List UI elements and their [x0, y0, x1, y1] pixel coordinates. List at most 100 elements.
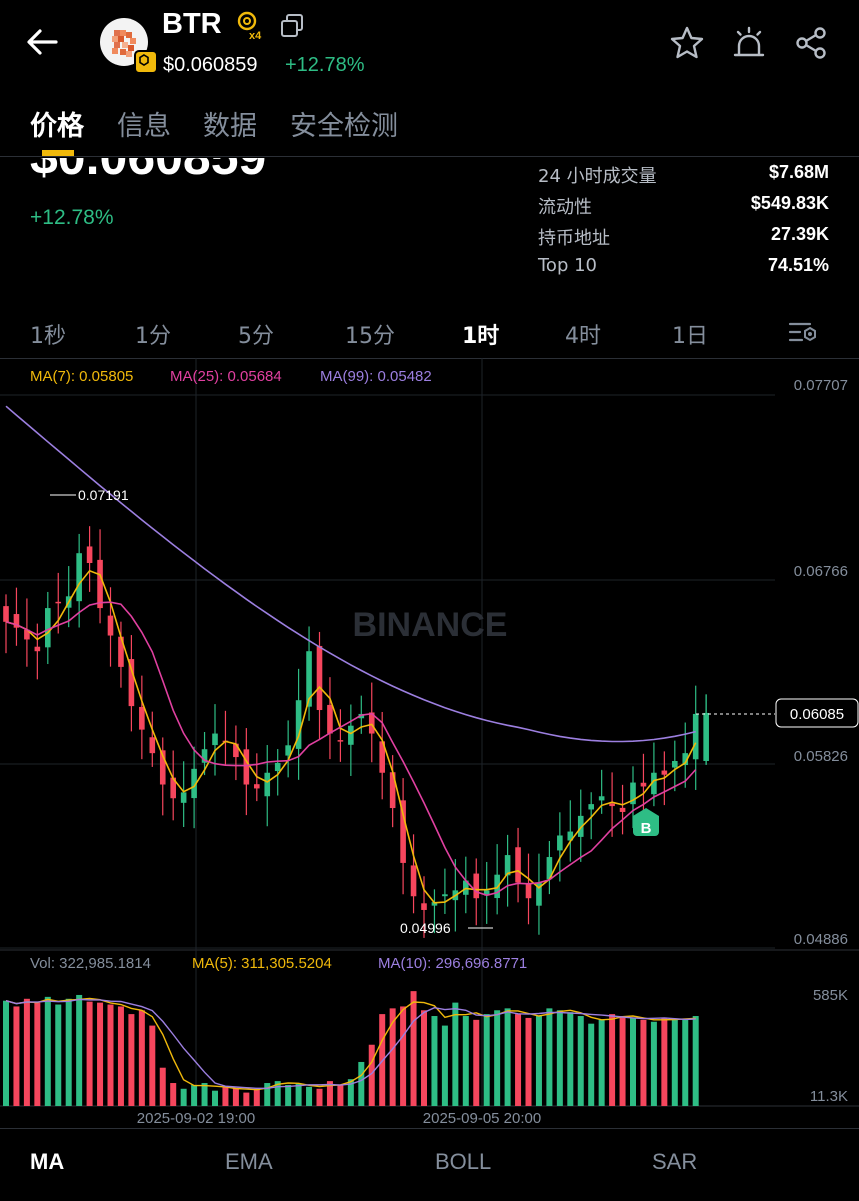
volume-bar: [671, 1018, 678, 1106]
svg-text:B: B: [641, 820, 652, 837]
ma25-legend: MA(25): 0.05684: [170, 368, 282, 385]
indicator-ema[interactable]: EMA: [225, 1149, 273, 1175]
candle-body: [139, 706, 145, 730]
volume-bar: [191, 1084, 198, 1106]
volume-bar: [306, 1086, 313, 1106]
chart-settings-icon[interactable]: [788, 318, 818, 346]
volume-legend: Vol: 322,985.1814: [30, 955, 151, 972]
candle-body: [348, 725, 354, 745]
volume-bar: [34, 1002, 41, 1106]
candle-body: [410, 865, 417, 897]
candle-body: [316, 645, 323, 711]
volume-bar: [201, 1083, 208, 1106]
candle-body: [598, 796, 605, 801]
stat-label-volume: 24 小时成交量: [538, 166, 657, 187]
star-icon[interactable]: [668, 24, 706, 62]
stat-label-top10: Top 10: [538, 255, 598, 276]
indicator-ma[interactable]: MA: [30, 1149, 64, 1175]
interval-1h[interactable]: 1时: [462, 318, 499, 350]
volume-bar: [577, 1016, 584, 1106]
volume-bar: [86, 1001, 93, 1106]
interval-1s[interactable]: 1秒: [30, 318, 66, 350]
volume-bar: [264, 1083, 271, 1106]
volume-bar: [598, 1019, 605, 1106]
stat-label-holders: 持币地址: [538, 228, 610, 249]
stat-label-liquidity: 流动性: [538, 197, 592, 218]
candle-body: [442, 894, 448, 897]
volume-bar: [76, 994, 83, 1106]
header-change: +12.78%: [285, 54, 365, 76]
back-arrow-icon[interactable]: [22, 22, 62, 62]
interval-4h[interactable]: 4时: [565, 318, 601, 350]
volume-bar: [44, 996, 51, 1106]
volume-bar: [525, 1017, 532, 1106]
alpha-x4-icon: x4: [237, 11, 262, 40]
volume-bar: [682, 1019, 689, 1106]
candle-body: [128, 659, 135, 707]
indicator-sar[interactable]: SAR: [652, 1149, 697, 1175]
volume-bar: [358, 1061, 365, 1106]
main-tabs: 价格 信息 数据 安全检测: [0, 100, 859, 157]
price-chart[interactable]: BINANCE MA(7): 0.05805 MA(25): 0.05684 M…: [0, 358, 859, 1128]
copy-icon[interactable]: [278, 12, 306, 40]
candle-body: [45, 608, 51, 648]
volume-bar: [556, 1010, 563, 1106]
candle-body: [243, 749, 250, 785]
candle-body: [337, 740, 344, 742]
volume-bar: [494, 1010, 501, 1106]
chart-grid: [0, 358, 859, 1107]
candle-body: [274, 762, 281, 772]
multiplier-badge: x4: [249, 30, 262, 40]
tab-info[interactable]: 信息: [117, 104, 171, 143]
candles: [3, 526, 709, 938]
ma-lines: [5, 405, 697, 904]
volume-bar: [431, 1016, 438, 1106]
candle-body: [327, 704, 333, 734]
ma99-line: [5, 405, 696, 743]
tab-security-check[interactable]: 安全检测: [290, 104, 398, 143]
candle-body: [640, 782, 647, 787]
tab-data[interactable]: 数据: [203, 104, 257, 143]
volume-bar: [3, 1000, 9, 1106]
volume-bar: [515, 1014, 522, 1106]
volume-y-tick-high: 585K: [813, 987, 848, 1004]
share-icon[interactable]: [792, 24, 830, 62]
candle-body: [180, 792, 187, 803]
chain-badge-icon: [134, 50, 158, 74]
interval-1d[interactable]: 1日: [672, 318, 708, 350]
volume-bar: [640, 1019, 647, 1106]
stat-value-volume: $7.68M: [768, 162, 829, 182]
indicator-tabs: MA EMA BOLL SAR: [0, 1128, 859, 1201]
candle-body: [557, 835, 563, 851]
volume-bar: [535, 1016, 542, 1106]
volume-ma10-legend: MA(10): 296,696.8771: [378, 955, 527, 972]
stat-value-top10: 74.51%: [767, 255, 829, 275]
volume-bars: [3, 991, 699, 1106]
candle-body: [107, 615, 114, 636]
buy-marker[interactable]: B: [633, 808, 659, 837]
interval-1m[interactable]: 1分: [135, 318, 171, 350]
interval-15m[interactable]: 15分: [345, 318, 395, 350]
candle-body: [692, 713, 699, 760]
volume-bar: [138, 1010, 145, 1106]
interval-5m[interactable]: 5分: [238, 318, 274, 350]
candle-body: [149, 737, 156, 754]
indicator-boll[interactable]: BOLL: [435, 1149, 491, 1175]
alert-bell-icon[interactable]: [730, 24, 768, 62]
volume-bar: [285, 1084, 292, 1106]
header-price: $0.060859: [163, 54, 258, 76]
volume-bar: [567, 1012, 574, 1106]
volume-bar: [504, 1008, 511, 1106]
volume-bar: [23, 998, 30, 1106]
stat-value-liquidity: $549.83K: [750, 193, 829, 213]
header: BTR x4 $0.060859 +12.78%: [0, 0, 859, 90]
volume-bar: [128, 1014, 135, 1106]
candle-body: [661, 770, 668, 775]
tab-price[interactable]: 价格: [30, 104, 84, 143]
candle-body: [86, 546, 93, 563]
candle-body: [76, 553, 82, 602]
volume-bar: [170, 1083, 177, 1106]
volume-bar: [159, 1067, 166, 1106]
volume-bar: [421, 1010, 427, 1106]
x-label-1: 2025-09-02 19:00: [137, 1110, 255, 1127]
